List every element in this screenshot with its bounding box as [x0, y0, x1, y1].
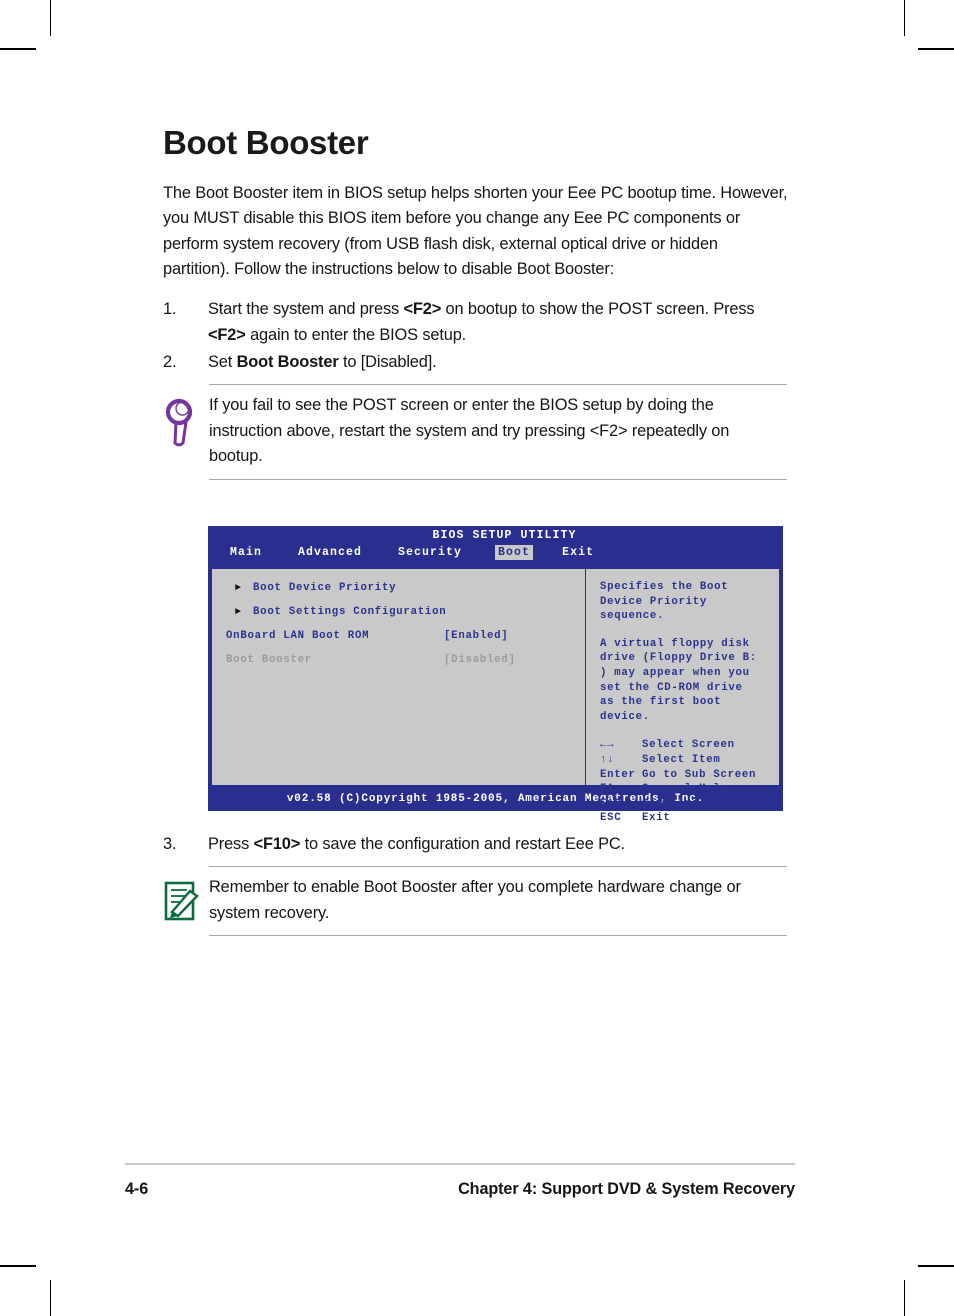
important-note-text: If you fail to see the POST screen or en…	[209, 396, 730, 466]
bios-key-desc: Select Screen	[642, 739, 735, 752]
bios-item-boot-booster[interactable]: Boot Booster [Disabled]	[226, 653, 585, 667]
bios-item-label: Boot Booster	[226, 654, 312, 666]
list-item: 3. Press <F10> to save the configuration…	[163, 831, 788, 857]
bios-menu-exit[interactable]: Exit	[559, 545, 597, 560]
bios-menu-main[interactable]: Main	[227, 545, 265, 560]
magnifier-icon	[163, 397, 203, 449]
emphasis-text: Boot Booster	[236, 353, 339, 372]
list-item: F10 Save and Exit	[600, 797, 773, 812]
bios-key: ←→	[600, 739, 615, 752]
list-item: 2. Set Boot Booster to [Disabled].	[163, 349, 788, 375]
plain-text: Start the system and press	[208, 300, 404, 319]
step-text: Set Boot Booster to [Disabled].	[208, 353, 437, 371]
instruction-steps: 1. Start the system and press <F2> on bo…	[163, 296, 788, 375]
bios-key: ESC	[600, 812, 622, 825]
bios-menu-boot[interactable]: Boot	[495, 545, 534, 560]
note-pencil-icon	[163, 879, 203, 931]
list-item: Enter Go to Sub Screen	[600, 768, 773, 783]
note-divider-bottom	[209, 478, 787, 480]
bios-item-value[interactable]: [Enabled]	[444, 629, 508, 643]
bios-menu-bar: Main Advanced Security Boot Exit	[227, 545, 627, 560]
emphasis-text: <F2>	[403, 300, 442, 319]
bios-title: BIOS SETUP UTILITY	[432, 529, 577, 542]
bios-body: ► Boot Device Priority ► Boot Settings C…	[212, 568, 779, 824]
bios-key: F10	[600, 797, 622, 810]
page-content-lower: 3. Press <F10> to save the configuration…	[163, 831, 788, 936]
emphasis-text: <F2>	[208, 326, 246, 345]
list-item: ESC Exit	[600, 811, 773, 826]
note-divider-bottom	[209, 935, 787, 936]
bios-key-desc: Select Item	[642, 753, 721, 766]
page-content: Boot Booster The Boot Booster item in BI…	[163, 124, 788, 480]
bios-key-desc: Exit	[642, 812, 671, 825]
chapter-label: Chapter 4: Support DVD & System Recovery	[458, 1179, 795, 1198]
plain-text: Press	[208, 835, 254, 853]
step-text: Press <F10> to save the configuration an…	[208, 835, 625, 853]
bios-key-desc: General Help	[642, 783, 728, 796]
list-item: F1 General Help	[600, 782, 773, 797]
bios-item-label: OnBoard LAN Boot ROM	[226, 630, 370, 642]
bios-setup-screenshot: BIOS SETUP UTILITY Main Advanced Security B…	[208, 526, 783, 824]
bios-title-bar: BIOS SETUP UTILITY Main Advanced Security B…	[209, 527, 782, 565]
instruction-steps-continued: 3. Press <F10> to save the configuration…	[163, 831, 788, 857]
bios-help-panel: Specifies the Boot Device Priority seque…	[586, 569, 779, 824]
bios-menu-advanced[interactable]: Advanced	[295, 545, 365, 560]
submenu-arrow-icon: ►	[235, 607, 242, 618]
step-number: 1.	[163, 300, 177, 319]
bios-item-onboard-lan-boot-rom[interactable]: OnBoard LAN Boot ROM [Enabled]	[226, 629, 585, 643]
plain-text: to [Disabled].	[338, 353, 437, 372]
submenu-arrow-icon: ►	[235, 583, 242, 594]
page-title: Boot Booster	[163, 124, 369, 161]
bios-item-value[interactable]: [Disabled]	[444, 653, 516, 667]
bios-key: Enter	[600, 768, 636, 781]
note-text: Remember to enable Boot Booster after yo…	[209, 878, 741, 922]
bios-key: F1	[600, 783, 615, 796]
list-item: ↑↓ Select Item	[600, 753, 773, 768]
bios-item-boot-device-priority[interactable]: ► Boot Device Priority	[226, 581, 585, 595]
bios-item-label: Boot Settings Configuration	[253, 606, 447, 618]
list-item: ←→ Select Screen	[600, 738, 773, 753]
bios-settings-panel: ► Boot Device Priority ► Boot Settings C…	[212, 569, 586, 785]
bios-help-text-primary: Specifies the Boot Device Priority seque…	[600, 581, 729, 623]
plain-text: again to enter the BIOS setup.	[245, 326, 467, 345]
bios-key-desc: Go to Sub Screen	[642, 768, 757, 781]
bios-inner-frame: ► Boot Device Priority ► Boot Settings C…	[211, 567, 780, 824]
bios-key-legend: ←→ Select Screen ↑↓ Select Item Enter Go to…	[600, 738, 773, 826]
page-number: 4-6	[125, 1179, 149, 1198]
document-page: Boot Booster The Boot Booster item in BI…	[0, 0, 954, 1315]
page-footer: 4-6 Chapter 4: Support DVD & System Reco…	[125, 1163, 795, 1199]
footer-row: 4-6 Chapter 4: Support DVD & System Reco…	[125, 1165, 795, 1199]
important-note-box: If you fail to see the POST screen or en…	[163, 384, 788, 480]
list-item: 1. Start the system and press <F2> on bo…	[163, 296, 788, 348]
emphasis-text: <F10>	[253, 835, 301, 853]
note-box: Remember to enable Boot Booster after yo…	[163, 866, 788, 936]
bios-key-desc: Save and Exit	[642, 797, 735, 810]
step-number: 2.	[163, 353, 177, 372]
plain-text: Set	[208, 353, 237, 372]
bios-item-label: Boot Device Priority	[253, 582, 397, 594]
bios-menu-security[interactable]: Security	[395, 545, 465, 560]
intro-paragraph: The Boot Booster item in BIOS setup help…	[163, 183, 788, 279]
bios-item-boot-settings-configuration[interactable]: ► Boot Settings Configuration	[226, 605, 585, 619]
bios-key: ↑↓	[600, 753, 615, 766]
plain-text: to save the configuration and restart Ee…	[300, 835, 626, 853]
plain-text: on bootup to show the POST screen. Press	[441, 300, 755, 319]
step-text: Start the system and press <F2> on bootu…	[208, 300, 755, 345]
step-number: 3.	[163, 835, 177, 853]
bios-help-text-secondary: A virtual floppy disk drive (Floppy Driv…	[600, 637, 757, 723]
